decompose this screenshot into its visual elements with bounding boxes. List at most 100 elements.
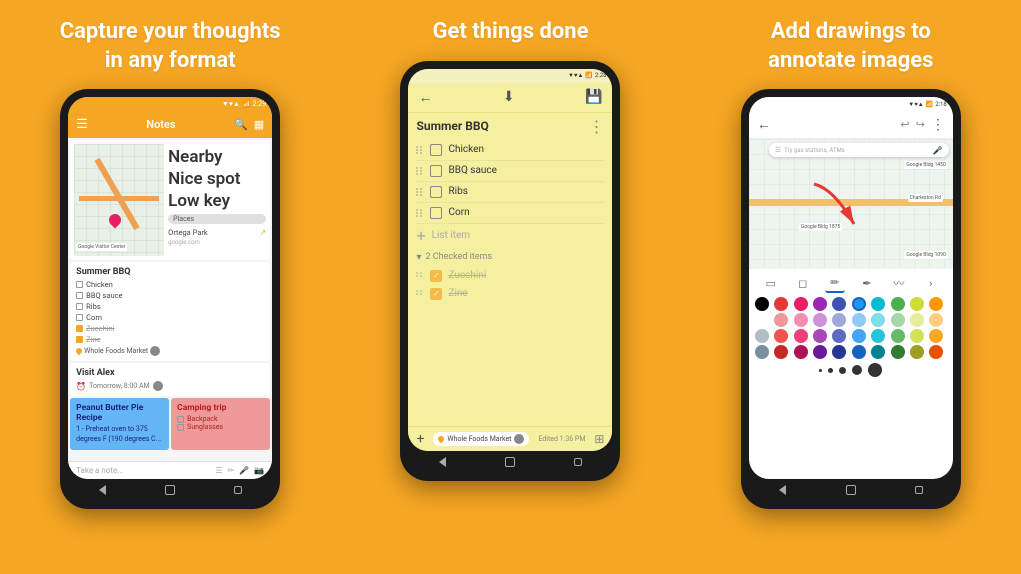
color-dot-3-5[interactable]: [852, 345, 866, 359]
size-large[interactable]: [839, 367, 846, 374]
checked-divider[interactable]: ▾ 2 Checked items: [416, 248, 604, 267]
take-note-bar: Take a note... ☰ ✏ 🎤 📷: [68, 461, 272, 479]
mic-icon[interactable]: 🎤: [239, 466, 249, 475]
color-dot-1-1[interactable]: [774, 313, 788, 327]
color-dot-3-4[interactable]: [832, 345, 846, 359]
checkbox-chicken[interactable]: [430, 144, 442, 156]
highlighter-tool-btn[interactable]: 〰: [889, 273, 909, 293]
pencil-icon[interactable]: ✏: [228, 466, 235, 475]
color-dot-2-9[interactable]: [929, 329, 943, 343]
color-dot-1-5[interactable]: [852, 313, 866, 327]
color-dot-0-7[interactable]: [891, 297, 905, 311]
phone3-nav-bar: [749, 479, 953, 501]
color-dot-1-9[interactable]: [929, 313, 943, 327]
camping-card[interactable]: Camping trip Backpack Sunglasses: [171, 398, 270, 450]
nav2-recent-btn[interactable]: [571, 455, 585, 469]
color-dot-3-6[interactable]: [871, 345, 885, 359]
nav2-home-btn[interactable]: [503, 455, 517, 469]
map-search-bar[interactable]: ☰ Try gas stations, ATMs 🎤: [769, 143, 949, 157]
undo-icon[interactable]: ↩: [900, 118, 909, 131]
color-dot-1-6[interactable]: [871, 313, 885, 327]
ortega-sub: google.com: [168, 239, 266, 246]
redo-icon[interactable]: ↪: [916, 118, 925, 131]
color-dot-0-8[interactable]: [910, 297, 924, 311]
color-dot-2-0[interactable]: [755, 329, 769, 343]
drawing-back-icon[interactable]: ←: [757, 116, 771, 133]
color-dot-1-0[interactable]: [755, 313, 769, 327]
nav3-back-btn[interactable]: [776, 483, 790, 497]
places-tag[interactable]: Places: [168, 214, 266, 224]
color-dot-2-5[interactable]: [852, 329, 866, 343]
color-dot-3-7[interactable]: [891, 345, 905, 359]
color-dot-2-3[interactable]: [813, 329, 827, 343]
color-dot-0-6[interactable]: [871, 297, 885, 311]
color-dot-2-7[interactable]: [891, 329, 905, 343]
camera-icon[interactable]: 📷: [254, 466, 264, 475]
visit-alex-card[interactable]: Visit Alex ⏰ Tomorrow, 8:00 AM: [70, 363, 270, 396]
more-icon[interactable]: ⋮: [588, 117, 604, 136]
color-dot-2-8[interactable]: [910, 329, 924, 343]
color-dot-2-1[interactable]: [774, 329, 788, 343]
color-dot-3-0[interactable]: [755, 345, 769, 359]
color-dot-3-9[interactable]: [929, 345, 943, 359]
color-dot-0-0[interactable]: [755, 297, 769, 311]
save-icon[interactable]: 💾: [585, 89, 602, 105]
add-bottom-icon[interactable]: +: [416, 431, 424, 447]
color-dot-0-1[interactable]: [774, 297, 788, 311]
peanut-card[interactable]: Peanut Butter Pie Recipe 1 - Preheat ove…: [70, 398, 169, 450]
color-dot-3-2[interactable]: [794, 345, 808, 359]
phone2-screen: ▼♥▲ 📶 2:28 ← ⬇ 💾 Summer BBQ ⋮: [408, 69, 612, 451]
nav-back-btn[interactable]: [95, 483, 109, 497]
pen-tool-btn[interactable]: ✏: [825, 273, 845, 293]
section-tasks: Get things done ▼♥▲ 📶 2:28 ← ⬇ 💾: [340, 0, 680, 574]
color-dot-2-6[interactable]: [871, 329, 885, 343]
color-dot-0-5[interactable]: [852, 297, 866, 311]
color-dot-0-4[interactable]: [832, 297, 846, 311]
nav3-recent-btn[interactable]: [912, 483, 926, 497]
expand-tool-btn[interactable]: ›: [921, 273, 941, 293]
back-arrow-icon[interactable]: ←: [418, 89, 432, 106]
nav-home-btn[interactable]: [163, 483, 177, 497]
checkbox-corn[interactable]: [430, 207, 442, 219]
color-dot-1-4[interactable]: [832, 313, 846, 327]
size-xlarge[interactable]: [852, 365, 862, 375]
hamburger-icon[interactable]: ☰: [76, 117, 88, 132]
color-dot-1-8[interactable]: [910, 313, 924, 327]
marker-tool-btn[interactable]: ✒: [857, 273, 877, 293]
nav3-home-btn[interactable]: [844, 483, 858, 497]
color-dot-3-3[interactable]: [813, 345, 827, 359]
color-dot-2-4[interactable]: [832, 329, 846, 343]
notes-toolbar-title: Notes: [146, 118, 175, 131]
grid-bottom-icon[interactable]: ⊞: [594, 432, 604, 446]
search-icon[interactable]: 🔍: [234, 118, 248, 131]
color-dot-0-9[interactable]: [929, 297, 943, 311]
checkbox-zucchini[interactable]: ✓: [430, 270, 442, 282]
checkbox-zine[interactable]: ✓: [430, 288, 442, 300]
color-dot-1-2[interactable]: [794, 313, 808, 327]
cl-item-chicken: Chicken: [416, 140, 604, 161]
color-dot-0-2[interactable]: [794, 297, 808, 311]
more-vert-icon[interactable]: ⋮: [931, 117, 945, 133]
size-xxlarge[interactable]: [868, 363, 882, 377]
checkbox-ribs[interactable]: [430, 186, 442, 198]
size-medium[interactable]: [828, 368, 833, 373]
add-item-row[interactable]: + List item: [416, 224, 604, 248]
color-dot-0-3[interactable]: [813, 297, 827, 311]
color-dot-3-1[interactable]: [774, 345, 788, 359]
select-tool-btn[interactable]: ▭: [761, 273, 781, 293]
nav2-back-btn[interactable]: [435, 455, 449, 469]
location-pin-icon: [75, 347, 83, 355]
color-dot-3-8[interactable]: [910, 345, 924, 359]
checkbox-bbq[interactable]: [430, 165, 442, 177]
summer-bbq-card[interactable]: Summer BBQ Chicken BBQ sauce Ribs: [70, 262, 270, 361]
take-note-text[interactable]: Take a note...: [76, 466, 123, 475]
size-small[interactable]: [819, 369, 822, 372]
download-icon[interactable]: ⬇: [503, 89, 515, 105]
color-dot-1-7[interactable]: [891, 313, 905, 327]
eraser-tool-btn[interactable]: ◻: [793, 273, 813, 293]
color-dot-2-2[interactable]: [794, 329, 808, 343]
color-dot-1-3[interactable]: [813, 313, 827, 327]
list-icon[interactable]: ☰: [215, 466, 222, 475]
nav-recent-btn[interactable]: [231, 483, 245, 497]
grid-icon[interactable]: ▦: [254, 118, 264, 131]
